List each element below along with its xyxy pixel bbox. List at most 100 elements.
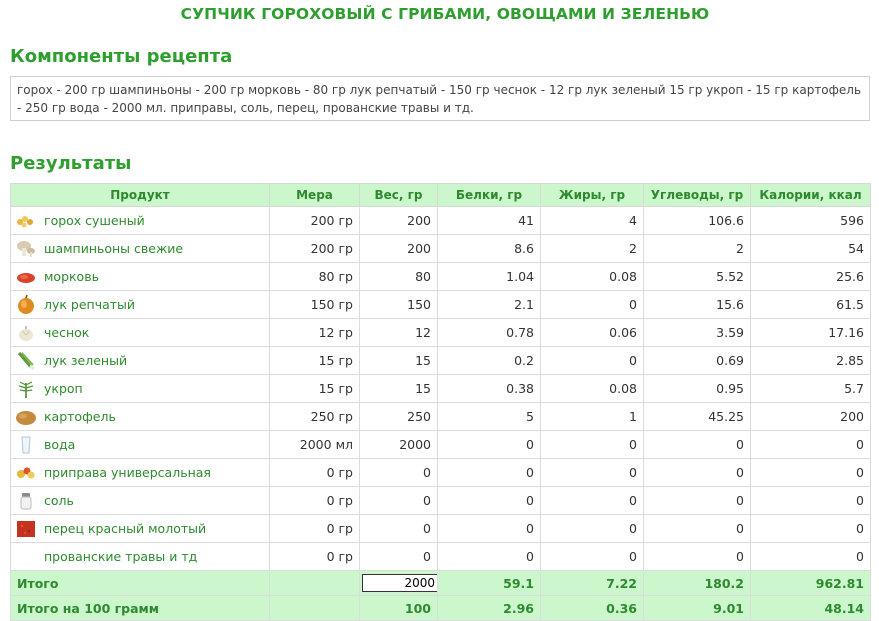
per100-kcal: 48.14 [750,595,871,621]
fat-cell: 0.06 [540,318,644,347]
carbs-cell: 5.52 [643,262,751,291]
total-weight-input[interactable] [362,574,437,592]
measure-cell: 200 гр [269,206,360,235]
kcal-cell: 0 [750,542,871,571]
total-row: Итого 59.1 7.22 180.2 962.81 [10,570,871,596]
weight-cell: 0 [359,458,438,487]
protein-cell: 0 [437,514,541,543]
weight-cell: 0 [359,514,438,543]
ingredients-text: горох - 200 гр шампиньоны - 200 гр морко… [10,76,870,121]
per100-row: Итого на 100 грамм 100 2.96 0.36 9.01 48… [10,595,871,621]
weight-cell: 15 [359,374,438,403]
kcal-cell: 25.6 [750,262,871,291]
page-title: СУПЧИК ГОРОХОВЫЙ С ГРИБАМИ, ОВОЩАМИ И ЗЕ… [180,5,710,23]
table-row: чеснок 12 гр 12 0.78 0.06 3.59 17.16 [10,318,871,347]
total-measure [269,570,360,596]
total-fat: 7.22 [540,570,644,596]
table-row: лук зеленый 15 гр 15 0.2 0 0.69 2.85 [10,346,871,375]
results-heading: Результаты [10,153,132,174]
header-fat: Жиры, гр [540,183,644,207]
product-name[interactable]: соль [44,493,74,508]
product-name[interactable]: вода [44,437,75,452]
product-cell: перец красный молотый [10,514,270,543]
fat-cell: 0 [540,514,644,543]
product-cell: шампиньоны свежие [10,234,270,263]
kcal-cell: 0 [750,458,871,487]
measure-cell: 200 гр [269,234,360,263]
product-name[interactable]: морковь [44,269,99,284]
kcal-cell: 5.7 [750,374,871,403]
measure-cell: 2000 мл [269,430,360,459]
total-weight-cell [359,570,438,596]
table-row: лук репчатый 150 гр 150 2.1 0 15.6 61.5 [10,290,871,319]
product-name[interactable]: приправа универсальная [44,465,211,480]
product-name[interactable]: шампиньоны свежие [44,241,183,256]
product-name[interactable]: укроп [44,381,83,396]
table-row: морковь 80 гр 80 1.04 0.08 5.52 25.6 [10,262,871,291]
fat-cell: 0 [540,458,644,487]
carbs-cell: 0.95 [643,374,751,403]
product-name[interactable]: лук зеленый [44,353,127,368]
table-row: укроп 15 гр 15 0.38 0.08 0.95 5.7 [10,374,871,403]
potato-icon [15,407,37,427]
header-measure: Мера [269,183,360,207]
table-row: вода 2000 мл 2000 0 0 0 0 [10,430,871,459]
product-cell: приправа универсальная [10,458,270,487]
measure-cell: 15 гр [269,346,360,375]
product-name[interactable]: прованские травы и тд [44,549,197,564]
product-cell: соль [10,486,270,515]
kcal-cell: 54 [750,234,871,263]
product-cell: горох сушеный [10,206,270,235]
protein-cell: 0 [437,458,541,487]
weight-cell: 200 [359,234,438,263]
weight-cell: 80 [359,262,438,291]
garlic-icon [15,323,37,343]
per100-measure [269,595,360,621]
protein-cell: 0 [437,430,541,459]
measure-cell: 0 гр [269,486,360,515]
product-name[interactable]: лук репчатый [44,297,135,312]
table-header-row: Продукт Мера Вес, гр Белки, гр Жиры, гр … [10,183,871,207]
product-cell: лук зеленый [10,346,270,375]
kcal-cell: 61.5 [750,290,871,319]
per100-fat: 0.36 [540,595,644,621]
header-kcal: Калории, ккал [750,183,871,207]
per100-carbs: 9.01 [643,595,751,621]
dill-icon [15,379,37,399]
fat-cell: 0 [540,430,644,459]
measure-cell: 80 гр [269,262,360,291]
kcal-cell: 200 [750,402,871,431]
fat-cell: 0 [540,290,644,319]
table-row: прованские травы и тд 0 гр 0 0 0 0 0 [10,542,871,571]
protein-cell: 5 [437,402,541,431]
product-name[interactable]: картофель [44,409,116,424]
protein-cell: 41 [437,206,541,235]
table-row: горох сушеный 200 гр 200 41 4 106.6 596 [10,206,871,235]
carbs-cell: 45.25 [643,402,751,431]
weight-cell: 2000 [359,430,438,459]
carbs-cell: 0 [643,458,751,487]
product-name[interactable]: чеснок [44,325,89,340]
fat-cell: 0.08 [540,374,644,403]
header-carbs: Углеводы, гр [643,183,751,207]
header-protein: Белки, гр [437,183,541,207]
table-row: шампиньоны свежие 200 гр 200 8.6 2 2 54 [10,234,871,263]
peas-icon [15,211,37,231]
total-protein: 59.1 [437,570,541,596]
green-onion-icon [15,351,37,371]
red-pepper-icon [15,519,37,539]
protein-cell: 2.1 [437,290,541,319]
protein-cell: 1.04 [437,262,541,291]
product-name[interactable]: горох сушеный [44,213,145,228]
measure-cell: 250 гр [269,402,360,431]
protein-cell: 0.2 [437,346,541,375]
protein-cell: 0 [437,542,541,571]
product-cell: морковь [10,262,270,291]
carbs-cell: 3.59 [643,318,751,347]
weight-cell: 12 [359,318,438,347]
fat-cell: 1 [540,402,644,431]
product-cell: вода [10,430,270,459]
product-name[interactable]: перец красный молотый [44,521,206,536]
measure-cell: 0 гр [269,458,360,487]
table-row: соль 0 гр 0 0 0 0 0 [10,486,871,515]
